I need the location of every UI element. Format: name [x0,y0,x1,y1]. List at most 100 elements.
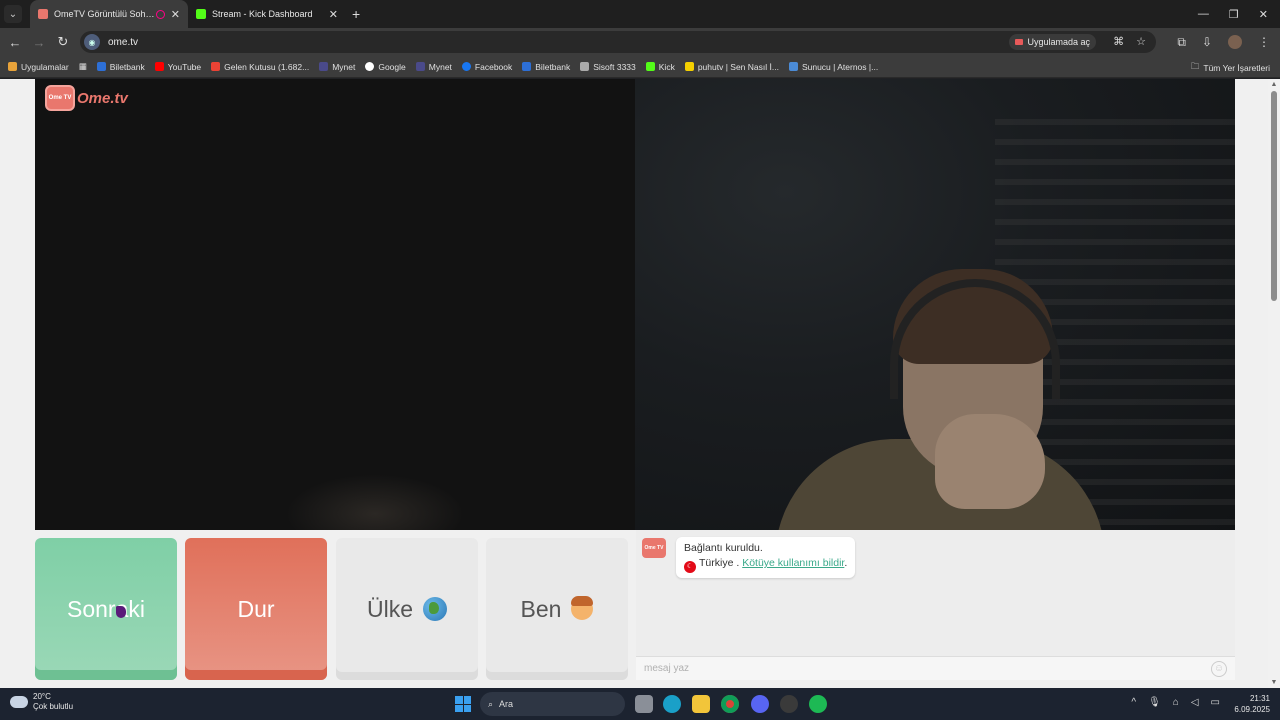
recording-indicator-icon [155,9,165,19]
volume-icon[interactable]: ◁ [1191,697,1199,708]
bookmark-apps[interactable]: Uygulamalar [8,62,69,72]
site-info-icon[interactable]: ◉ [84,34,100,50]
person-hand [935,414,1045,509]
emoji-icon[interactable]: ☺ [1211,661,1227,677]
cloudy-weather-icon [10,691,28,708]
stranger-video: Ome TV Ome.tv [35,79,635,530]
time: 21:31 [1249,694,1270,703]
menu-kebab-icon[interactable]: ⋮ [1258,35,1270,49]
page-scrollbar[interactable]: ▲ ▼ [1268,79,1280,688]
bookmark-grid[interactable]: ▦ [79,61,87,72]
temperature: 20°C [33,692,51,701]
biletbank-icon [96,62,106,71]
tab-ometv[interactable]: OmeTV Görüntülü Sohbet ✕ [30,0,188,28]
open-in-app-button[interactable]: Uygulamada aç [1009,34,1096,50]
country-name: Türkiye [699,557,734,569]
bookmark-kick[interactable]: Kick [645,62,675,72]
windows-taskbar: 20°C Çok bulutlu ⌕ Ara ^ 🎙 ⌂ ◁ ▭ 21:31 6… [0,688,1280,720]
scroll-up-icon[interactable]: ▲ [1270,81,1278,88]
weather-widget[interactable]: 20°C Çok bulutlu [10,691,73,712]
bookmark-facebook[interactable]: Facebook [461,62,512,72]
bookmark-aternos[interactable]: Sunucu | Aternos |... [788,62,878,72]
scroll-down-icon[interactable]: ▼ [1270,679,1278,686]
close-tab-icon[interactable]: ✕ [329,8,338,21]
google-icon [365,62,375,71]
country-line: ☾ Türkiye . Kötüye kullanımı bildir. [684,556,847,573]
country-button[interactable]: Ülke [336,538,478,680]
report-abuse-link[interactable]: Kötüye kullanımı bildir [742,557,844,569]
bookmark-biletbank[interactable]: Biletbank [96,62,145,72]
tab-title: Stream - Kick Dashboard [212,9,313,19]
ometv-logo-icon: Ome TV [45,85,75,111]
ometv-favicon-icon [38,9,48,19]
extensions-icon[interactable]: ⧉ [1177,35,1186,50]
bookmark-puhutv[interactable]: puhutv | Sen Nasıl İ... [684,62,779,72]
ometv-logo-text: Ome.tv [77,89,128,107]
bookmark-sisoft[interactable]: Sisoft 3333 [580,62,636,72]
grid-icon: ▦ [78,61,87,71]
discord-icon[interactable] [751,695,769,713]
minimize-icon[interactable]: — [1198,8,1209,20]
page-content: Ome TV Ome.tv Sonraki Dur Ülke Ben Ome T… [0,79,1280,688]
profile-avatar[interactable] [1228,35,1242,49]
biletbank-icon [522,62,532,71]
ometv-chat-logo-icon: Ome TV [642,538,666,558]
window-controls: — ❐ ✕ [1198,0,1280,28]
new-tab-button[interactable]: + [352,6,360,22]
task-view-icon[interactable] [635,695,653,713]
restore-icon[interactable]: ❐ [1229,8,1239,21]
windows-start-icon[interactable] [455,696,471,712]
file-explorer-icon[interactable] [692,695,710,713]
network-icon[interactable]: ⌂ [1173,697,1179,708]
forward-button[interactable]: → [27,35,51,50]
separator: . [733,557,743,569]
taskbar-clock[interactable]: 21:31 6.09.2025 [1234,693,1270,715]
facebook-icon [461,62,471,71]
bookmark-biletbank-2[interactable]: Biletbank [522,62,570,72]
close-window-icon[interactable]: ✕ [1259,8,1268,21]
address-bar[interactable]: ◉ ome.tv Uygulamada aç ⌘ ☆ [80,31,1156,53]
reload-button[interactable]: ↻ [51,34,75,50]
edge-icon[interactable] [663,695,681,713]
tab-kick-dashboard[interactable]: Stream - Kick Dashboard ✕ [188,0,346,28]
microphone-icon[interactable]: 🎙 [1148,697,1161,708]
country-label: Ülke [366,595,413,622]
browser-toolbar: ← → ↻ ◉ ome.tv Uygulamada aç ⌘ ☆ ⧉ ⇩ ⋮ [0,28,1280,56]
apps-grid-icon [8,62,17,71]
battery-icon[interactable]: ▭ [1211,697,1220,708]
chevron-up-icon[interactable]: ^ [1131,697,1136,708]
bookmark-mynet-2[interactable]: Mynet [415,62,452,72]
chevron-down-icon: ⌄ [8,8,18,20]
aternos-icon [788,62,798,71]
url-text: ome.tv [108,36,139,48]
close-tab-icon[interactable]: ✕ [171,8,180,21]
kick-icon [645,62,655,71]
message-input[interactable] [644,663,1184,674]
folder-icon: 🗀 [1190,61,1200,71]
taskbar-search[interactable]: ⌕ Ara [480,692,625,716]
spotify-icon[interactable] [809,695,827,713]
all-bookmarks[interactable]: 🗀 Tüm Yer İşaretleri [1191,61,1270,75]
scroll-thumb[interactable] [1271,91,1277,301]
system-tray: ^ 🎙 ⌂ ◁ ▭ [1131,697,1220,708]
mynet-icon [415,62,425,71]
bookmark-youtube[interactable]: YouTube [154,62,201,72]
obs-icon[interactable] [780,695,798,713]
bookmark-gmail[interactable]: Gelen Kutusu (1.682... [211,62,309,72]
date: 6.09.2025 [1234,705,1270,714]
message-input-bar: ☺ [636,656,1235,680]
avatar-face-icon [571,596,594,620]
bookmarks-bar: Uygulamalar ▦ Biletbank YouTube Gelen Ku… [0,56,1280,78]
chrome-icon[interactable] [721,695,739,713]
me-button[interactable]: Ben [486,538,628,680]
downloads-icon[interactable]: ⇩ [1202,35,1212,49]
bookmark-google[interactable]: Google [365,62,406,72]
tab-search-button[interactable]: ⌄ [4,5,22,23]
back-button[interactable]: ← [3,35,27,50]
stop-button[interactable]: Dur [185,538,327,680]
next-button[interactable]: Sonraki [35,538,177,680]
chat-panel: Ome TV Bağlantı kuruldu. ☾ Türkiye . Kötü… [636,530,1235,680]
translate-icon[interactable]: ⌘ [1113,35,1124,48]
bookmark-mynet[interactable]: Mynet [319,62,355,72]
bookmark-star-icon[interactable]: ☆ [1136,35,1146,48]
